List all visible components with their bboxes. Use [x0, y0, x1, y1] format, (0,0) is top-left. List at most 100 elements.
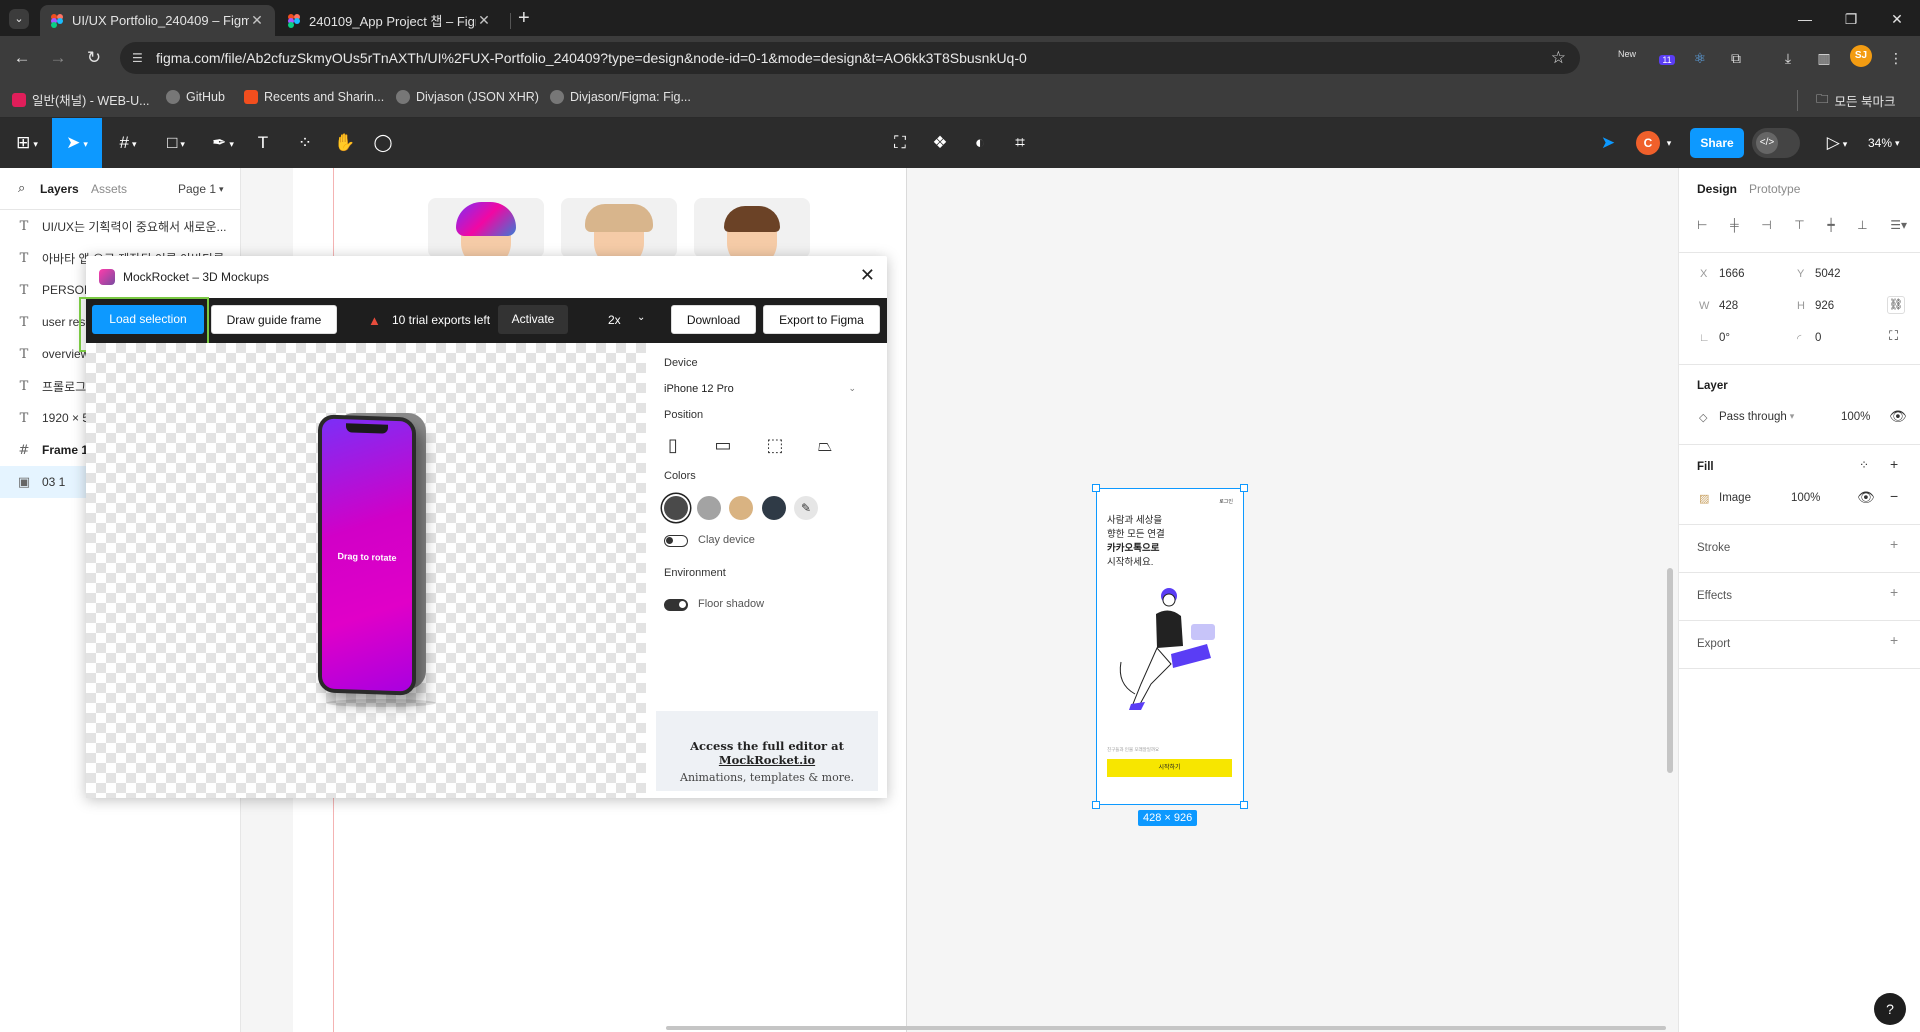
crop-icon[interactable]: ⌗: [1008, 128, 1032, 158]
rotation-input[interactable]: 0°: [1719, 332, 1730, 344]
export-scale-select[interactable]: 2x: [608, 313, 621, 327]
bookmark-item[interactable]: Divjason (JSON XHR): [396, 90, 539, 104]
all-bookmarks[interactable]: 🗀 모든 북마크: [1797, 90, 1896, 111]
styles-grid-icon[interactable]: ⁘: [1859, 458, 1869, 472]
blend-mode-select[interactable]: Pass through ▾: [1719, 411, 1794, 423]
bookmark-item[interactable]: Recents and Sharin...: [244, 90, 384, 104]
present-icon[interactable]: ▷ ▾: [1822, 128, 1852, 158]
layer-item[interactable]: T UI/UX는 기획력이 중요해서 새로운...: [0, 210, 241, 242]
add-effect-icon[interactable]: +: [1890, 584, 1898, 600]
align-top-icon[interactable]: ⊤: [1794, 218, 1804, 232]
close-icon[interactable]: ✕: [860, 265, 875, 286]
fill-opacity-input[interactable]: 100%: [1791, 492, 1820, 504]
radius-input[interactable]: 0: [1815, 332, 1821, 344]
eye-icon[interactable]: 👁: [1857, 489, 1875, 506]
profile-avatar[interactable]: SJ: [1850, 45, 1872, 67]
tab-close-icon[interactable]: ✕: [476, 12, 492, 29]
extension-counter-icon[interactable]: 11: [1655, 46, 1679, 70]
pen-tool-icon[interactable]: ✒ ▾: [206, 128, 240, 158]
color-swatch-gold[interactable]: [729, 496, 753, 520]
avatar-card[interactable]: [428, 198, 544, 258]
shape-tool-icon[interactable]: □ ▾: [160, 128, 192, 158]
chevron-down-icon[interactable]: ▾: [1662, 128, 1676, 158]
add-export-icon[interactable]: +: [1890, 632, 1898, 648]
tab-design[interactable]: Design: [1697, 182, 1737, 196]
extension-new-icon[interactable]: New: [1614, 48, 1640, 72]
search-icon[interactable]: ⌕: [18, 180, 25, 196]
fill-type[interactable]: Image: [1719, 492, 1751, 504]
device-select[interactable]: iPhone 12 Pro ⌄: [664, 383, 856, 395]
text-tool-icon[interactable]: T: [252, 128, 274, 158]
bookmark-item[interactable]: GitHub: [166, 90, 225, 104]
close-window-icon[interactable]: ✕: [1874, 0, 1920, 36]
back-icon[interactable]: ←: [10, 46, 34, 70]
tab-app-project[interactable]: 240109_App Project 챕 – Figma ✕: [277, 5, 502, 36]
side-panel-icon[interactable]: ▥: [1812, 46, 1836, 70]
tab-prototype[interactable]: Prototype: [1749, 182, 1800, 196]
chevron-down-icon[interactable]: ⌄: [637, 312, 645, 323]
react-devtools-icon[interactable]: ⚛: [1688, 46, 1712, 70]
share-button[interactable]: Share: [1690, 128, 1744, 158]
vertical-scrollbar[interactable]: [1667, 568, 1673, 773]
align-center-h-icon[interactable]: ╪: [1730, 218, 1739, 232]
mockrocket-link[interactable]: MockRocket.io: [719, 753, 815, 767]
address-bar[interactable]: ☰ figma.com/file/Ab2cfuzSkmyOUs5rTnAXTh/…: [120, 42, 1580, 74]
resize-handle[interactable]: [1240, 801, 1248, 809]
floor-shadow-toggle[interactable]: [664, 599, 688, 611]
resize-handle[interactable]: [1240, 484, 1248, 492]
tab-layers[interactable]: Layers: [40, 182, 79, 196]
color-swatch-graphite[interactable]: [664, 496, 688, 520]
move-tool-icon[interactable]: ➤ ▾: [52, 118, 102, 168]
main-menu-icon[interactable]: ⊞ ▾: [12, 128, 42, 158]
help-button[interactable]: ?: [1874, 993, 1906, 1025]
forward-icon[interactable]: →: [46, 46, 70, 70]
zoom-level[interactable]: 34% ▾: [1868, 136, 1900, 150]
tab-assets[interactable]: Assets: [91, 182, 127, 196]
draw-guide-frame-button[interactable]: Draw guide frame: [211, 305, 337, 334]
bookmark-item[interactable]: 일반(채널) - WEB-U...: [12, 90, 150, 109]
eye-icon[interactable]: 👁: [1889, 408, 1907, 425]
tab-search-icon[interactable]: ⌄: [9, 9, 29, 29]
selected-phone-frame[interactable]: 로그인 사람과 세상을 향한 모든 연결 카카오톡으로 시작하세요. 친구들과 …: [1092, 484, 1248, 809]
extensions-puzzle-icon[interactable]: ⧉: [1724, 46, 1748, 70]
collaborator-avatar[interactable]: C: [1636, 131, 1660, 155]
dev-mode-toggle[interactable]: </>: [1752, 128, 1800, 158]
site-info-icon[interactable]: ☰: [132, 50, 148, 66]
layer-opacity-input[interactable]: 100%: [1841, 411, 1870, 423]
hand-tool-icon[interactable]: ✋: [334, 128, 356, 158]
horizontal-scrollbar[interactable]: [666, 1026, 1666, 1030]
activate-button[interactable]: Activate: [498, 305, 568, 334]
align-bottom-icon[interactable]: ⊥: [1857, 218, 1867, 232]
remove-fill-icon[interactable]: −: [1890, 488, 1898, 504]
url-text[interactable]: figma.com/file/Ab2cfuzSkmyOUs5rTnAXTh/UI…: [156, 50, 1027, 66]
phone-mockup[interactable]: Drag to rotate: [318, 414, 416, 696]
avatar-card[interactable]: [694, 198, 810, 258]
color-picker-icon[interactable]: ✎: [794, 496, 818, 520]
align-center-v-icon[interactable]: ┿: [1827, 218, 1834, 232]
minimize-icon[interactable]: —: [1782, 0, 1828, 36]
y-input[interactable]: 5042: [1815, 268, 1841, 280]
mockup-preview[interactable]: Drag to rotate: [86, 343, 646, 798]
landscape-position-icon[interactable]: ▭: [708, 435, 738, 459]
resize-handle[interactable]: [1092, 484, 1100, 492]
resize-handle[interactable]: [1092, 801, 1100, 809]
tilted-position-icon[interactable]: ⬚: [760, 435, 790, 459]
restore-icon[interactable]: ❐: [1828, 0, 1874, 36]
mask-icon[interactable]: ◐: [968, 128, 992, 158]
constrain-proportions-icon[interactable]: ⛓: [1887, 296, 1905, 314]
w-input[interactable]: 428: [1719, 300, 1738, 312]
tab-close-icon[interactable]: ✕: [249, 12, 265, 29]
reload-icon[interactable]: ↻: [82, 46, 106, 70]
browser-menu-icon[interactable]: ⋮: [1884, 46, 1908, 70]
bookmark-star-icon[interactable]: ☆: [1551, 48, 1566, 68]
component-icon[interactable]: ❖: [928, 128, 952, 158]
comment-tool-icon[interactable]: ◯: [372, 128, 394, 158]
color-swatch-blue[interactable]: [762, 496, 786, 520]
cursor-chat-icon[interactable]: ➤: [1596, 128, 1620, 158]
resources-icon[interactable]: ⁘: [294, 128, 316, 158]
align-left-icon[interactable]: ⊢: [1697, 218, 1707, 232]
independent-corners-icon[interactable]: ⛶: [1889, 328, 1898, 344]
download-button[interactable]: Download: [671, 305, 756, 334]
add-stroke-icon[interactable]: +: [1890, 536, 1898, 552]
add-fill-icon[interactable]: +: [1890, 456, 1898, 472]
